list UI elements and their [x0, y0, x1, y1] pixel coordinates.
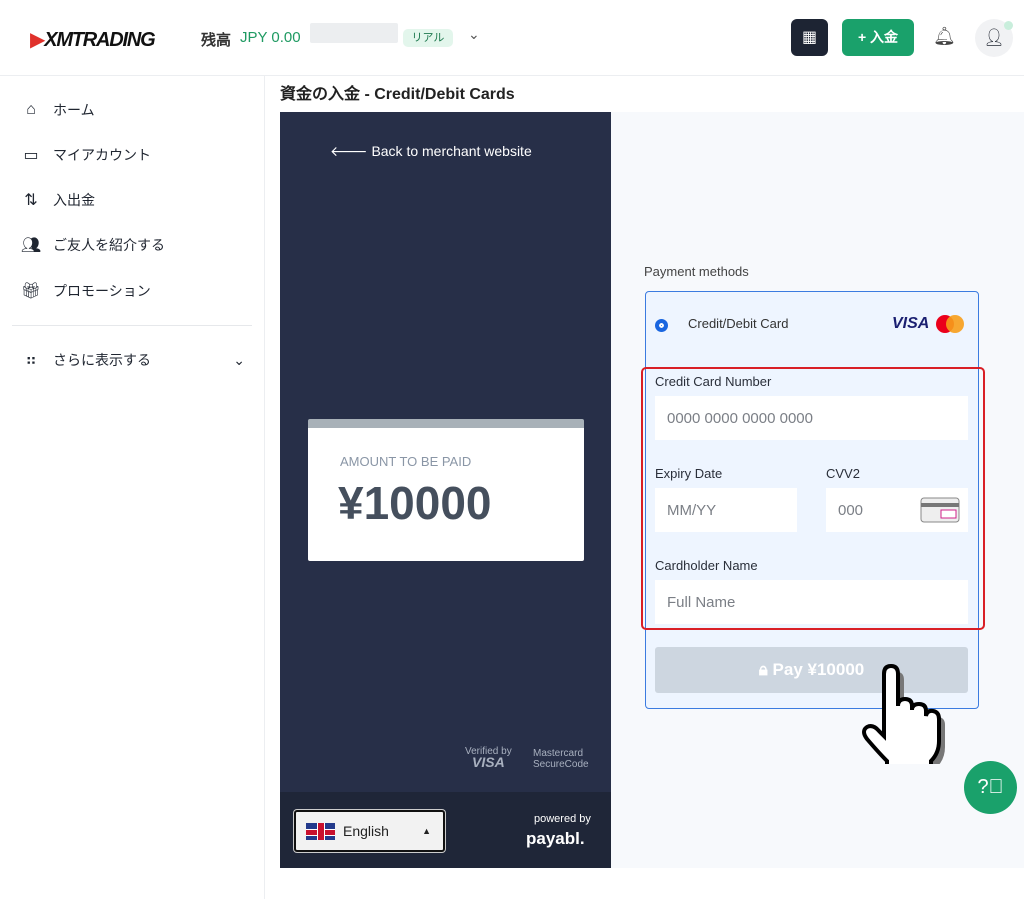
question-icon: ?⃝ [977, 776, 1004, 798]
sidebar: ⌂ ホーム ▭ マイアカウント ⇅ 入出金 👥︎ ご友人を紹介する 🎁︎ プロモーション … [0, 76, 265, 899]
help-button[interactable]: ?⃝ [964, 761, 1017, 814]
lock-icon: 🔒︎ [758, 660, 773, 679]
amount-label: AMOUNT TO BE PAID [340, 454, 472, 469]
highlight-box [641, 367, 985, 630]
account-number-redacted [310, 23, 398, 43]
language-value: English [343, 823, 389, 839]
verified-by-visa-logo: Verified by VISA [465, 746, 512, 770]
divider [12, 325, 252, 326]
amount-card: AMOUNT TO BE PAID ¥10000 [308, 419, 584, 561]
caret-up-icon: ▲ [422, 826, 431, 836]
payment-methods-label: Payment methods [644, 264, 749, 279]
language-select[interactable]: English ▲ [294, 810, 445, 852]
sidebar-item-label: プロモーション [53, 283, 151, 299]
home-icon: ⌂ [26, 101, 36, 118]
show-more-label: さらに表示する [53, 352, 151, 368]
sidebar-item-label: ホーム [53, 102, 95, 118]
qr-code-button[interactable]: ▦ [791, 19, 828, 56]
sidebar-item-label: ご友人を紹介する [53, 237, 165, 253]
deposit-button[interactable]: + 入金 [842, 19, 914, 56]
hand-pointer-cursor-icon [862, 664, 945, 764]
sidebar-item-promotions[interactable]: 🎁︎ プロモーション [20, 280, 151, 302]
qr-icon: ▦ [801, 29, 818, 46]
arrow-left-icon: 🡐 [330, 143, 372, 159]
notification-bell-icon[interactable]: 🔔︎ [933, 26, 956, 47]
xmtrading-logo[interactable]: ▶XMTRADING [30, 27, 156, 52]
user-avatar[interactable]: 👤︎ [975, 19, 1013, 57]
merchant-footer: English ▲ powered by payabl. [280, 792, 611, 868]
users-icon: 👥︎ [20, 237, 42, 254]
merchant-panel: 🡐 Back to merchant website AMOUNT TO BE … [280, 112, 611, 868]
card-method-radio[interactable] [655, 319, 668, 332]
payabl-logo: payabl. [526, 829, 585, 848]
visa-logo: VISA [892, 315, 930, 332]
user-icon: 👤︎ [983, 28, 1005, 47]
grid-icon: ⠶ [25, 352, 37, 369]
mastercard-securecode-logo: Mastercard SecureCode [533, 748, 589, 770]
sidebar-show-more[interactable]: ⠶ さらに表示する ⌄ [20, 349, 245, 371]
sidebar-item-home[interactable]: ⌂ ホーム [20, 99, 95, 121]
top-header: ▶XMTRADING 残高 JPY 0.00 リアル ⌄ ▦ + 入金 🔔︎ 👤… [0, 0, 1024, 76]
pay-label: Pay ¥10000 [772, 660, 865, 679]
back-to-merchant-link[interactable]: 🡐 Back to merchant website [330, 143, 532, 160]
gift-icon: 🎁︎ [20, 283, 42, 300]
sidebar-item-my-account[interactable]: ▭ マイアカウント [20, 144, 151, 166]
sidebar-item-label: マイアカウント [53, 147, 151, 163]
mastercard-logo-right [946, 315, 964, 333]
balance-label: 残高 [201, 32, 232, 49]
status-dot [1004, 21, 1013, 30]
back-label: Back to merchant website [371, 143, 532, 159]
sidebar-item-deposit-withdraw[interactable]: ⇅ 入出金 [20, 189, 95, 211]
page-title: 資金の入金 - Credit/Debit Cards [280, 86, 515, 103]
account-dropdown-chevron-icon[interactable]: ⌄ [468, 26, 480, 43]
method-label: Credit/Debit Card [688, 316, 789, 331]
account-type-badge: リアル [403, 29, 453, 47]
sidebar-item-refer-friend[interactable]: 👥︎ ご友人を紹介する [20, 234, 165, 256]
chevron-down-icon: ⌄ [233, 351, 245, 368]
card-icon: ▭ [23, 147, 39, 164]
balance-value: JPY 0.00 [240, 29, 301, 46]
uk-flag-icon [306, 822, 335, 840]
sidebar-item-label: 入出金 [53, 192, 95, 208]
powered-by-label: powered by [534, 813, 591, 825]
amount-value: ¥10000 [338, 477, 492, 529]
transfer-icon: ⇅ [24, 192, 38, 209]
